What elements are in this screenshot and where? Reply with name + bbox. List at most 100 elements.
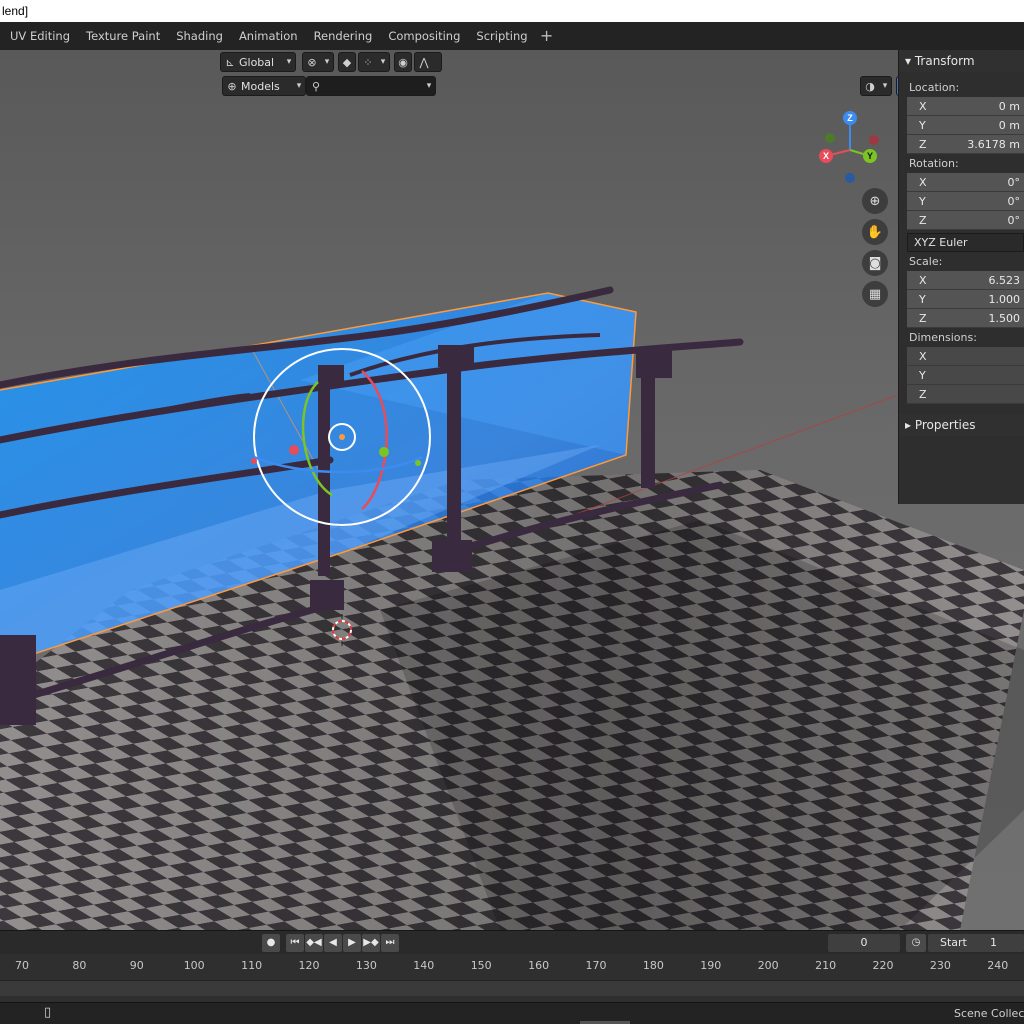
field-value: 0°	[1007, 194, 1021, 208]
start-frame-field[interactable]: Start 1	[928, 934, 1024, 952]
proportional-edit-toggle[interactable]: ◉	[394, 52, 412, 72]
window-title: lend]	[2, 4, 29, 18]
tab-texture-paint[interactable]: Texture Paint	[78, 25, 168, 47]
snap-grid-icon: ⁘	[363, 55, 373, 69]
timeline-tick-label: 80	[72, 959, 87, 972]
timeline-tick-label: 130	[355, 959, 377, 972]
eye-icon: ◑	[865, 79, 875, 93]
location-y-field[interactable]: Y 0 m	[907, 116, 1024, 135]
globe-icon: ⊕	[227, 79, 237, 93]
rotation-z-field[interactable]: Z 0°	[907, 211, 1024, 230]
field-value: 0 m	[998, 99, 1020, 113]
record-button[interactable]: ●	[262, 934, 280, 952]
zoom-icon[interactable]: ⊕	[862, 188, 888, 214]
falloff-select[interactable]: ⋀	[414, 52, 442, 72]
play-reverse-button[interactable]: ◀	[324, 934, 342, 952]
tab-uv-editing[interactable]: UV Editing	[2, 25, 78, 47]
search-scope-select[interactable]: ⊕ Models ▾	[222, 76, 306, 96]
timeline-tick-label: 210	[815, 959, 837, 972]
tab-scripting[interactable]: Scripting	[468, 25, 535, 47]
prev-keyframe-button[interactable]: ◆◀	[305, 934, 323, 952]
snap-toggle[interactable]: ◆	[338, 52, 356, 72]
tab-animation[interactable]: Animation	[231, 25, 306, 47]
properties-panel-header[interactable]: ▸ Properties	[899, 414, 1024, 436]
timeline-tick-label: 220	[872, 959, 894, 972]
transform-panel-header[interactable]: ▾ Transform	[899, 50, 1024, 72]
axis-label: Y	[919, 194, 926, 208]
field-value: 0°	[1007, 175, 1021, 189]
timeline-tick-label: 170	[585, 959, 607, 972]
3d-viewport[interactable]: ⊾ Global ▾ ⊗ ▾ ◆ ⁘ ▾ ◉ ⋀ ⊕ Models ▾ ⚲ ▾ …	[0, 50, 1024, 930]
rotation-x-field[interactable]: X 0°	[907, 173, 1024, 192]
dimensions-y-field[interactable]: Y	[907, 366, 1024, 385]
axis-label: Y	[919, 118, 926, 132]
axis-label: Z	[919, 387, 927, 401]
axis-label: X	[919, 273, 927, 287]
axis-label: Z	[919, 311, 927, 325]
chevron-down-icon: ▾	[380, 57, 386, 67]
search-input[interactable]: ⚲ ▾	[306, 76, 436, 96]
chevron-down-icon: ▾	[296, 81, 302, 91]
location-label: Location:	[909, 81, 960, 94]
scale-y-field[interactable]: Y 1.000	[907, 290, 1024, 309]
mouse-icon: ▯	[44, 1005, 52, 1020]
jump-start-button[interactable]: ⏮	[286, 934, 304, 952]
snap-target-select[interactable]: ⁘ ▾	[358, 52, 390, 72]
scene-collection-text: Scene Collection	[954, 1007, 1024, 1020]
navigation-gizmo[interactable]: Z Y X	[812, 108, 888, 184]
play-button[interactable]: ▶	[343, 934, 361, 952]
window-title-bar: lend]	[0, 0, 1024, 22]
timeline-tick-label: 200	[757, 959, 779, 972]
field-value: 0 m	[998, 118, 1020, 132]
tab-rendering[interactable]: Rendering	[306, 25, 381, 47]
field-value: 0°	[1007, 213, 1021, 227]
start-value: 1	[990, 936, 997, 949]
falloff-curve-icon: ⋀	[419, 55, 429, 69]
timeline-tick-label: 110	[241, 959, 263, 972]
scale-x-field[interactable]: X 6.523	[907, 271, 1024, 290]
timeline-tick-label: 140	[413, 959, 435, 972]
camera-icon[interactable]: ◙	[862, 250, 888, 276]
tab-compositing[interactable]: Compositing	[380, 25, 468, 47]
location-x-field[interactable]: X 0 m	[907, 97, 1024, 116]
axis-label: X	[919, 175, 927, 189]
field-value: 3.6178 m	[967, 137, 1020, 151]
axis-label: Y	[919, 368, 926, 382]
current-frame-field[interactable]: 0	[828, 934, 900, 952]
visibility-select[interactable]: ◑ ▾	[860, 76, 892, 96]
timeline-tick-label: 160	[528, 959, 550, 972]
rotation-label: Rotation:	[909, 157, 959, 170]
timeline[interactable]: 70 80 90 100 110 120 130 140 150 160 170 180 190 200 2…	[0, 954, 1024, 1002]
pivot-point-select[interactable]: ⊗ ▾	[302, 52, 334, 72]
timeline-tick-label: 120	[298, 959, 320, 972]
stopwatch-icon[interactable]: ◷	[906, 934, 926, 952]
dimensions-z-field[interactable]: Z	[907, 385, 1024, 404]
transform-orientation-select[interactable]: ⊾ Global ▾	[220, 52, 296, 72]
gizmo-z-label: Z	[847, 113, 853, 123]
timeline-tick-label: 150	[470, 959, 492, 972]
jump-end-button[interactable]: ⏭	[381, 934, 399, 952]
location-z-field[interactable]: Z 3.6178 m	[907, 135, 1024, 154]
rotation-y-field[interactable]: Y 0°	[907, 192, 1024, 211]
next-keyframe-button[interactable]: ▶◆	[362, 934, 380, 952]
perspective-grid-icon[interactable]: ▦	[862, 281, 888, 307]
chevron-down-icon: ▾	[882, 81, 888, 91]
add-workspace-button[interactable]: +	[536, 25, 558, 47]
timeline-tick-label: 190	[700, 959, 722, 972]
scale-z-field[interactable]: Z 1.500	[907, 309, 1024, 328]
gizmo-x-label: X	[823, 151, 829, 161]
search-scope-value: Models	[241, 79, 280, 93]
tab-shading[interactable]: Shading	[168, 25, 231, 47]
field-value: 1.000	[988, 292, 1021, 306]
timeline-tick-label: 240	[987, 959, 1009, 972]
magnet-icon: ◆	[342, 55, 352, 69]
dimensions-x-field[interactable]: X	[907, 347, 1024, 366]
sidebar-panel: ▾ Transform Location: X 0 m Y 0 m Z 3.6178 …	[898, 50, 1024, 504]
workspace-tabs: UV Editing Texture Paint Shading Animati…	[0, 22, 1024, 50]
timeline-strip[interactable]	[0, 980, 1024, 996]
timeline-tick-label: 90	[129, 959, 144, 972]
rotation-mode-select[interactable]: XYZ Euler	[907, 233, 1024, 252]
pan-hand-icon[interactable]: ✋	[862, 219, 888, 245]
expand-arrow-icon: ▸	[905, 418, 915, 432]
orientation-value: Global	[239, 55, 275, 69]
